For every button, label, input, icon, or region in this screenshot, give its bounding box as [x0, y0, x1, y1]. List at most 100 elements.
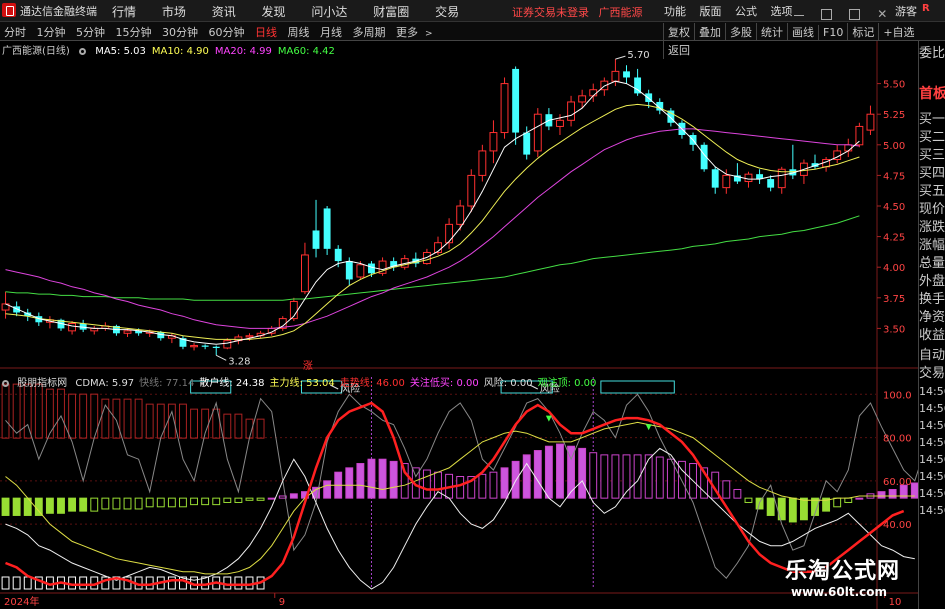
quote-side-panel: 委比 首板 买一 买二 买三 买四 买五 现价 涨跌 涨幅 总量 外盘 换手 净资 收益 自动 交易 14… — [918, 41, 945, 609]
candle-body-down — [368, 263, 375, 274]
menu-zixun[interactable]: 资讯 — [212, 5, 236, 19]
retail-bar — [234, 413, 243, 439]
indicator-bar — [179, 497, 187, 508]
indicator-value-0: CDMA: 5.97 — [75, 378, 135, 389]
side-field-12: 收益 — [919, 328, 945, 343]
retail-bar — [79, 393, 88, 439]
tool-add-watchlist[interactable]: +自选 — [878, 23, 918, 41]
ma20-line — [5, 128, 860, 329]
tab-weekly[interactable]: 周线 — [288, 26, 310, 39]
buy-arrow-icon — [545, 415, 552, 422]
tool-diejia[interactable]: 叠加 — [694, 23, 725, 41]
candle-body-up — [567, 101, 576, 121]
ind-tick-label: 40.00 — [883, 520, 912, 531]
candle-body-down — [711, 169, 719, 188]
indicator-bar — [223, 497, 232, 503]
side-field-8: 总量 — [919, 256, 945, 271]
tool-tongji[interactable]: 统计 — [756, 23, 787, 41]
tool-fuquan[interactable]: 复权 — [663, 23, 694, 41]
tab-1min[interactable]: 1分钟 — [37, 26, 66, 39]
candle-body-up — [533, 113, 542, 152]
indicator-value-1: 快线: 77.14 — [139, 378, 195, 389]
period-toolbar: 分时 1分钟 5分钟 15分钟 30分钟 60分钟 日线 周线 月线 多周期 更… — [0, 22, 945, 59]
tool-f10[interactable]: F10 — [818, 25, 847, 40]
candle-body-up — [245, 335, 254, 338]
tab-60min[interactable]: 60分钟 — [209, 26, 245, 39]
restore-icon[interactable] — [821, 9, 833, 20]
chart-canvas[interactable]: 5.50 5.25 5.00 4.75 4.50 4.25 4.00 3.75 3.50 100.… — [0, 41, 918, 609]
bottom-box — [234, 576, 243, 590]
indicator-value-7: 观注顶: 0.00 — [537, 378, 597, 389]
retail-bar — [112, 398, 121, 439]
stock-label[interactable]: 广西能源(日线) — [2, 46, 70, 57]
minimize-icon[interactable] — [794, 15, 804, 16]
menu-faxian[interactable]: 发现 — [262, 5, 286, 19]
indicator-name[interactable]: 股朋指标网 — [17, 378, 67, 389]
menu-xuanxiang[interactable]: 选项 — [771, 5, 793, 18]
indicator-bar — [123, 497, 132, 510]
tab-multi-period[interactable]: 多周期 — [353, 26, 386, 39]
price-tick-label: 4.00 — [883, 263, 905, 274]
tab-monthly[interactable]: 月线 — [320, 26, 342, 39]
candle-body-up — [356, 264, 365, 278]
bottom-box — [1, 576, 10, 590]
menu-hangqing[interactable]: 行情 — [112, 5, 136, 19]
bottom-box — [79, 576, 88, 590]
indicator-bar — [12, 497, 21, 516]
candle-body-down — [212, 346, 220, 348]
indicator-bar — [600, 454, 609, 499]
indicator-bar — [356, 463, 365, 499]
candle-body-up — [500, 83, 509, 134]
candle-body-down — [312, 230, 320, 249]
settings-gear-icon[interactable] — [79, 48, 86, 55]
candle-body-up — [478, 150, 487, 176]
login-alert[interactable]: 证券交易未登录 广西能源 — [512, 4, 643, 20]
side-time-1: 14:56 — [919, 402, 945, 415]
candle-body-down — [334, 248, 342, 262]
settings-gear-icon[interactable] — [2, 380, 9, 387]
alert-text: 证券交易未登录 — [512, 6, 589, 19]
retail-bar — [134, 398, 143, 439]
candle-body-down — [201, 345, 209, 347]
menu-banmian[interactable]: 版面 — [700, 5, 722, 18]
price-tick-label: 3.50 — [883, 324, 905, 335]
tab-15min[interactable]: 15分钟 — [116, 26, 152, 39]
close-icon[interactable]: ✕ — [877, 7, 887, 21]
ma-legend-ma10: MA10: 4.90 — [151, 46, 209, 57]
menu-gongshi[interactable]: 公式 — [735, 5, 757, 18]
date-tick-label: 9 — [279, 597, 285, 608]
menu-gongneng[interactable]: 功能 — [664, 5, 686, 18]
tool-duogu[interactable]: 多股 — [725, 23, 756, 41]
retail-bar — [179, 403, 187, 439]
guest-label[interactable]: 游客 — [895, 3, 917, 19]
watermark: 乐淘公式网 www.60lt.com — [781, 550, 921, 604]
indicator-bar — [256, 497, 265, 501]
side-trade-1[interactable]: 交易 — [919, 365, 945, 383]
tab-fenshi[interactable]: 分时 — [4, 26, 26, 39]
indicator-bar — [489, 471, 498, 499]
tab-5min[interactable]: 5分钟 — [76, 26, 105, 39]
candle-body-up — [445, 223, 454, 244]
tool-biaoji[interactable]: 标记 — [847, 23, 878, 41]
side-quote-fields: 买一 买二 买三 买四 买五 现价 涨跌 涨幅 总量 外盘 换手 净资 收益 — [919, 111, 945, 345]
menu-caifuquan[interactable]: 财富圈 — [373, 5, 409, 19]
indicator-bar — [544, 445, 553, 499]
maximize-icon[interactable] — [849, 9, 861, 20]
side-field-3: 买四 — [919, 166, 945, 181]
menu-shichang[interactable]: 市场 — [162, 5, 186, 19]
ma-legend: MA5: 5.03 MA10: 4.90 MA20: 4.99 MA60: 4.42 — [95, 46, 341, 57]
menu-jiaoyi[interactable]: 交易 — [435, 5, 459, 19]
candle-body-up — [467, 174, 476, 207]
retail-bar — [123, 398, 132, 439]
side-trade-0[interactable]: 自动 — [919, 347, 945, 365]
tab-daily[interactable]: 日线 — [255, 26, 277, 39]
menu-wenxiaoda[interactable]: 问小达 — [311, 5, 347, 19]
tab-more[interactable]: 更多 > — [396, 26, 440, 39]
side-time-2: 14:56 — [919, 419, 945, 432]
trend-line — [5, 401, 905, 586]
tool-huaxian[interactable]: 画线 — [787, 23, 818, 41]
indicator-bar — [323, 480, 332, 499]
retail-bar — [256, 418, 265, 439]
tab-30min[interactable]: 30分钟 — [162, 26, 198, 39]
side-field-0: 买一 — [919, 112, 945, 127]
